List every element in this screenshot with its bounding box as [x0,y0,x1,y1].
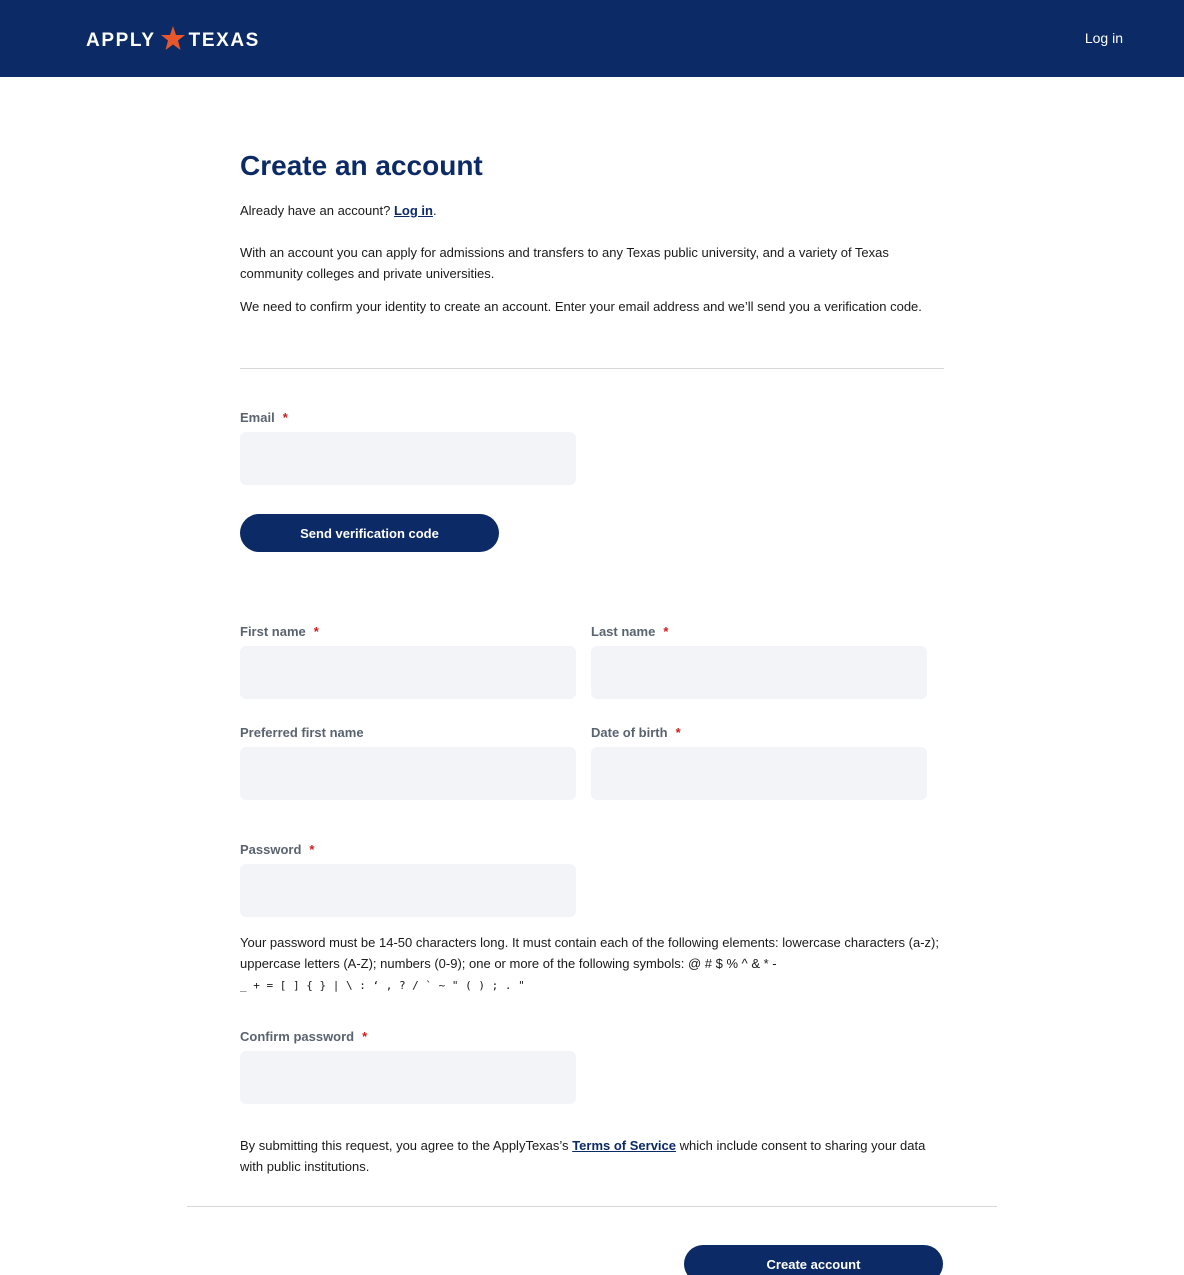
email-label-text: Email [240,410,275,425]
applytexas-logo[interactable]: APPLY TEXAS [86,25,260,54]
intro-login-link[interactable]: Log in [394,203,433,218]
password-hint-text: Your password must be 14-50 characters l… [240,935,939,971]
preferred-first-name-label: Preferred first name [240,725,364,740]
confirm-password-input[interactable] [240,1051,576,1104]
confirm-password-label: Confirm password * [240,1029,367,1044]
page-title: Create an account [240,150,483,181]
first-name-input[interactable] [240,646,576,699]
required-marker: * [282,410,288,425]
logo-text-texas: TEXAS [188,30,260,51]
already-have-account-text: Already have an account? Log in. [240,200,944,221]
verification-note: We need to confirm your identity to crea… [240,299,922,314]
dob-label-text: Date of birth [591,725,668,740]
footer-divider [187,1206,997,1207]
date-of-birth-label: Date of birth * [591,725,681,740]
date-of-birth-input[interactable] [591,747,927,800]
required-marker: * [663,624,669,639]
password-label: Password * [240,842,314,857]
send-verification-code-button[interactable]: Send verification code [240,514,499,552]
terms-of-service-link[interactable]: Terms of Service [572,1138,676,1153]
email-label: Email * [240,410,288,425]
last-name-input[interactable] [591,646,927,699]
terms-statement: By submitting this request, you agree to… [240,1135,950,1177]
email-input[interactable] [240,432,576,485]
section-divider [240,368,944,369]
star-icon [160,25,186,51]
top-header: APPLY TEXAS Log in [0,0,1184,77]
password-input[interactable] [240,864,576,917]
account-description: With an account you can apply for admiss… [240,245,889,281]
header-login-link[interactable]: Log in [1085,30,1123,46]
required-marker: * [313,624,319,639]
terms-text-before: By submitting this request, you agree to… [240,1138,569,1153]
confirm-password-label-text: Confirm password [240,1029,355,1044]
first-name-label-text: First name [240,624,306,639]
last-name-label-text: Last name [591,624,656,639]
required-marker: * [362,1029,368,1044]
password-requirements: Your password must be 14-50 characters l… [240,932,960,996]
already-suffix: . [432,203,437,218]
create-account-button[interactable]: Create account [684,1245,943,1275]
required-marker: * [675,725,681,740]
password-hint-symbols: _ + = [ ] { } | \ : ‘ , ? / ` ~ " ( ) ; … [240,979,525,992]
first-name-label: First name * [240,624,319,639]
last-name-label: Last name * [591,624,668,639]
required-marker: * [309,842,315,857]
password-label-text: Password [240,842,302,857]
already-text: Already have an account? [240,203,391,218]
preferred-first-name-input[interactable] [240,747,576,800]
logo-text-apply: APPLY [86,30,156,51]
